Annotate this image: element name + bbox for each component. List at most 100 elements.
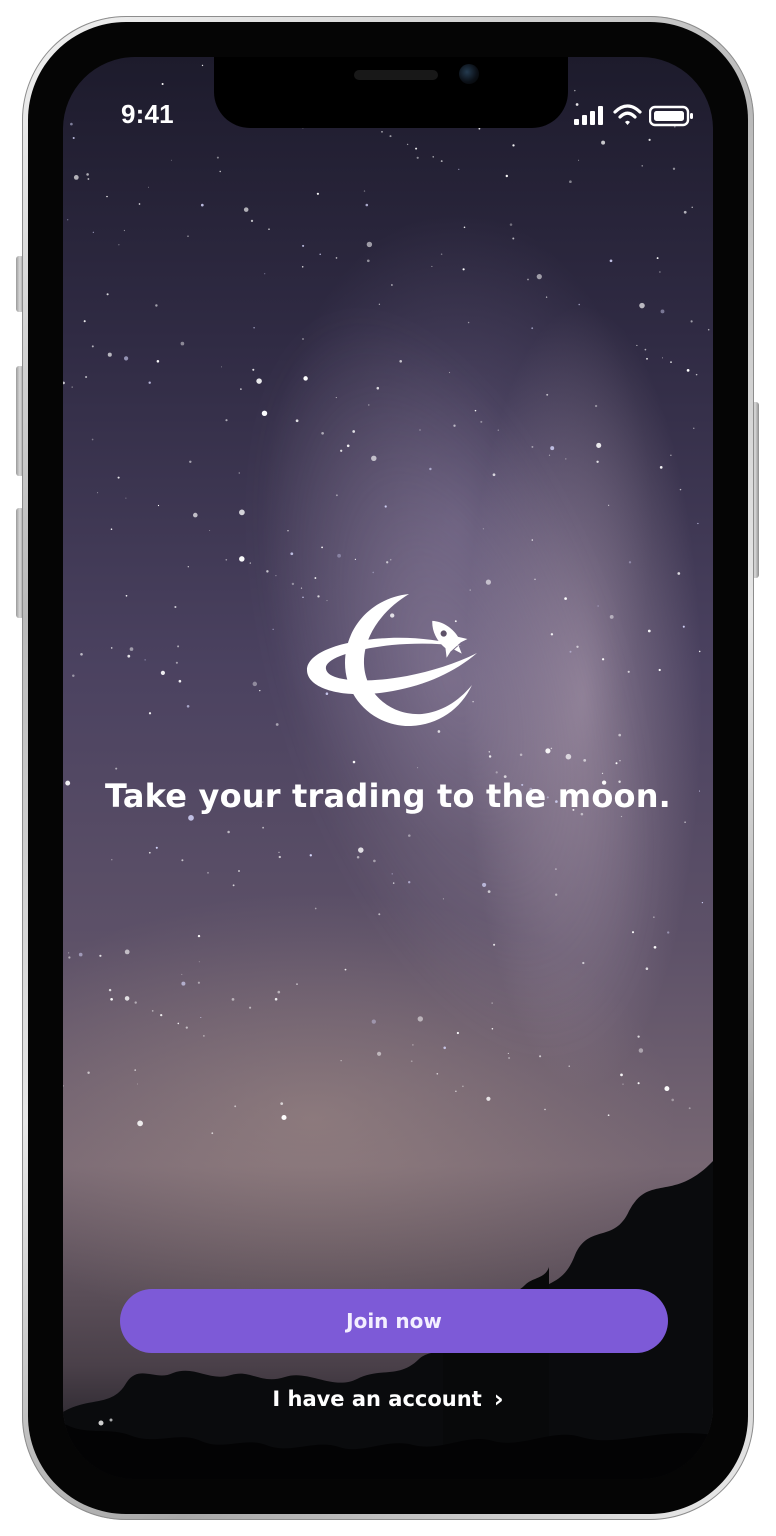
join-now-button[interactable]: Join now xyxy=(120,1289,668,1353)
star xyxy=(653,916,655,918)
star xyxy=(544,1108,546,1111)
star xyxy=(200,203,204,207)
star xyxy=(117,476,120,479)
star xyxy=(219,170,221,173)
star xyxy=(68,956,71,959)
star xyxy=(622,1083,624,1085)
battery-icon xyxy=(649,105,693,127)
star xyxy=(661,357,664,359)
star xyxy=(637,1035,640,1038)
star xyxy=(261,410,268,417)
star xyxy=(412,1044,414,1046)
star xyxy=(160,670,165,675)
status-time: 9:41 xyxy=(121,99,174,129)
star xyxy=(300,587,303,589)
star xyxy=(645,967,649,970)
star xyxy=(554,868,557,871)
star xyxy=(151,1010,154,1012)
star xyxy=(697,522,699,525)
star xyxy=(667,931,670,934)
star xyxy=(124,996,130,1001)
star xyxy=(670,361,672,363)
star xyxy=(443,1046,446,1050)
star xyxy=(295,419,299,423)
star xyxy=(458,168,460,171)
star xyxy=(314,577,317,579)
star xyxy=(123,229,125,232)
star xyxy=(278,855,281,859)
star xyxy=(519,753,523,757)
star xyxy=(641,165,643,167)
star xyxy=(568,1065,570,1067)
star xyxy=(280,1102,284,1105)
star xyxy=(512,237,515,240)
star xyxy=(639,302,645,309)
star xyxy=(234,1105,237,1108)
star xyxy=(491,1002,493,1004)
star xyxy=(659,271,661,273)
star xyxy=(417,1016,423,1022)
star xyxy=(389,558,392,561)
star xyxy=(620,815,623,818)
star xyxy=(352,760,356,764)
star xyxy=(363,190,366,192)
star xyxy=(275,723,279,726)
star xyxy=(78,952,83,957)
star xyxy=(408,881,411,884)
star xyxy=(416,156,419,159)
star xyxy=(227,830,230,834)
star xyxy=(391,873,393,875)
star xyxy=(707,328,710,331)
star xyxy=(647,629,651,633)
star xyxy=(106,195,108,198)
star xyxy=(188,815,194,821)
star xyxy=(352,430,356,433)
star xyxy=(175,661,178,664)
star xyxy=(87,1071,90,1075)
front-camera xyxy=(459,64,479,84)
star xyxy=(609,614,614,619)
star xyxy=(170,159,172,161)
star xyxy=(110,647,113,649)
star xyxy=(372,571,375,574)
star xyxy=(670,454,672,456)
star xyxy=(256,378,262,384)
star xyxy=(534,578,536,581)
status-bar: 9:41 xyxy=(63,57,713,139)
star xyxy=(187,235,189,237)
star xyxy=(555,893,558,896)
star xyxy=(259,689,261,692)
star xyxy=(672,167,676,170)
star xyxy=(495,771,498,774)
star xyxy=(186,705,190,708)
star xyxy=(239,509,245,516)
star xyxy=(63,381,65,385)
star xyxy=(144,659,146,661)
star xyxy=(679,488,682,491)
star xyxy=(155,304,158,307)
star xyxy=(187,566,189,568)
star xyxy=(569,180,572,184)
star xyxy=(583,759,587,762)
star xyxy=(456,1031,460,1035)
star xyxy=(545,748,551,754)
star xyxy=(377,1051,382,1056)
account-link-label: I have an account xyxy=(272,1387,482,1411)
star xyxy=(493,943,496,946)
star xyxy=(463,226,466,229)
star xyxy=(399,360,403,363)
star xyxy=(565,458,567,460)
star xyxy=(548,454,551,456)
star xyxy=(695,373,698,376)
star xyxy=(181,973,183,975)
star xyxy=(509,223,513,226)
star xyxy=(392,882,395,884)
star xyxy=(618,733,622,737)
star xyxy=(474,409,477,412)
star xyxy=(429,467,432,471)
star xyxy=(216,156,219,159)
star xyxy=(198,961,200,963)
star xyxy=(189,460,192,464)
star xyxy=(482,882,487,887)
i-have-an-account-link[interactable]: I have an account › xyxy=(63,1385,713,1413)
